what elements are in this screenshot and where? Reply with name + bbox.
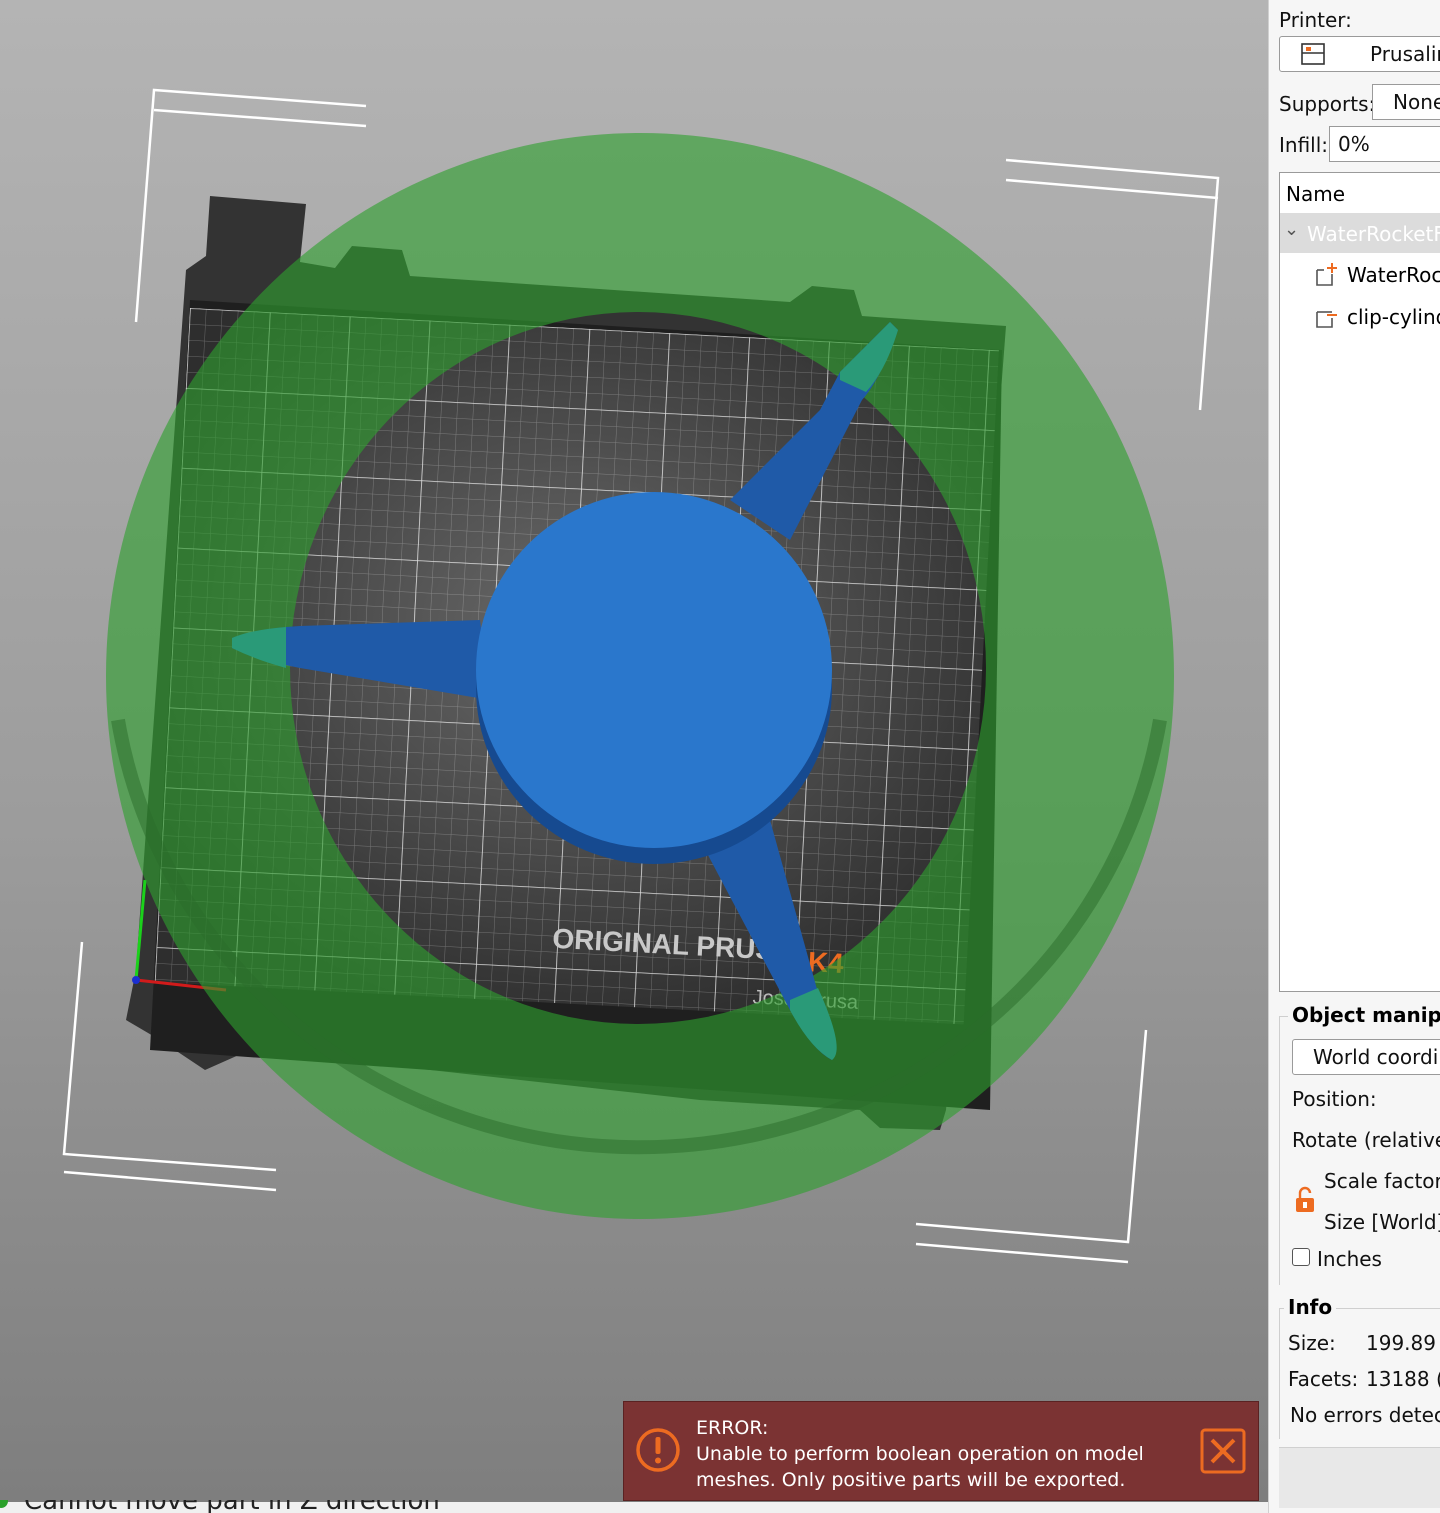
status-text: Cannot move part in Z direction [24, 1500, 440, 1513]
supports-value: None [1393, 90, 1440, 114]
printer-combo[interactable]: Prusalin [1279, 36, 1440, 72]
lock-open-icon[interactable] [1294, 1186, 1316, 1214]
object-name: WaterRocketFi [1307, 222, 1440, 246]
info-title: Info [1284, 1295, 1337, 1319]
object-list-header[interactable]: Name [1280, 173, 1440, 214]
scene-canvas[interactable]: ORIGINAL PRUSA MK4 Josef Prusa [0, 0, 1268, 1502]
error-line-1: Unable to perform boolean operation on m… [696, 1443, 1144, 1465]
error-notification: ERROR: Unable to perform boolean operati… [623, 1401, 1259, 1501]
error-line-2: meshes. Only positive parts will be expo… [696, 1469, 1126, 1491]
slice-now-button[interactable] [1279, 1447, 1440, 1508]
chevron-down-icon[interactable]: ⌄ [1284, 219, 1299, 240]
name-column-header: Name [1286, 182, 1346, 206]
object-manipulation-title: Object manipul [1288, 1003, 1440, 1027]
position-label: Position: [1292, 1087, 1377, 1111]
part-name: WaterRock [1347, 263, 1440, 287]
info-size-label: Size: [1288, 1331, 1336, 1355]
infill-label: Infill: [1279, 133, 1329, 157]
rotate-label: Rotate (relative): [1292, 1128, 1440, 1152]
status-line: Cannot move part in Z direction [0, 1500, 1268, 1513]
info-size-value: 199.89 x [1366, 1331, 1440, 1355]
3d-viewport[interactable]: ORIGINAL PRUSA MK4 Josef Prusa [0, 0, 1268, 1502]
infill-combo[interactable]: 0% [1329, 126, 1440, 162]
add-part-icon [1316, 263, 1337, 286]
coordinate-system-combo[interactable]: World coordin [1292, 1039, 1440, 1075]
supports-label: Supports: [1279, 92, 1376, 116]
error-title: ERROR: [696, 1417, 769, 1439]
object-manipulation-panel: Object manipul World coordin Position: R… [1279, 1003, 1440, 1285]
supports-combo[interactable]: None [1372, 84, 1440, 120]
scale-factors-label: Scale factors [1324, 1169, 1440, 1193]
printer-icon [1301, 43, 1325, 65]
part-name: clip-cylind [1347, 305, 1440, 329]
inches-label: Inches [1317, 1247, 1382, 1271]
size-world-label: Size [World]: [1324, 1210, 1440, 1234]
status-ok-icon [0, 1500, 8, 1508]
info-facets-label: Facets: [1288, 1367, 1359, 1391]
inches-checkbox[interactable] [1292, 1248, 1310, 1266]
info-facets-value: 13188 (1 [1366, 1367, 1440, 1391]
error-message: ERROR: Unable to perform boolean operati… [696, 1415, 1156, 1493]
right-sidebar: Printer: Prusalin Supports: None Infill:… [1268, 0, 1440, 1513]
object-row[interactable]: ⌄ WaterRocketFi [1280, 213, 1440, 253]
infill-value: 0% [1338, 132, 1370, 156]
coordinate-system-value: World coordin [1313, 1045, 1440, 1069]
printer-value: Prusalin [1370, 42, 1440, 66]
error-icon [636, 1428, 680, 1472]
printer-label: Printer: [1279, 8, 1352, 32]
close-icon[interactable] [1200, 1428, 1246, 1474]
object-list[interactable]: Name ⌄ WaterRocketFi WaterRock clip-cyli… [1279, 172, 1440, 992]
negative-volume-icon [1316, 311, 1337, 328]
info-errors-text: No errors detect [1290, 1403, 1440, 1427]
info-panel: Info Size: 199.89 x Facets: 13188 (1 No … [1279, 1295, 1440, 1439]
